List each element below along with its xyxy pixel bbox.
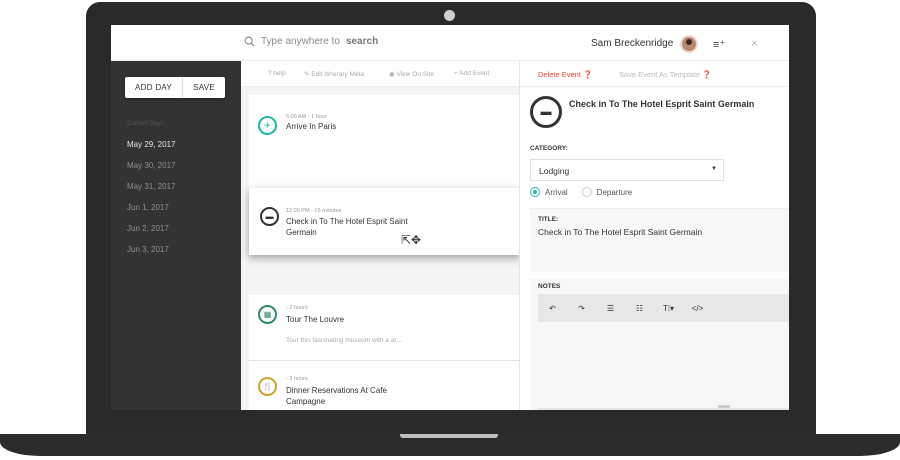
laptop-base-notch — [400, 434, 498, 438]
category-select[interactable]: Lodging ▼ — [530, 159, 724, 181]
day-item-jun-3[interactable]: Jun 3, 2017 — [127, 245, 175, 266]
add-day-button[interactable]: ADD DAY — [125, 77, 182, 98]
laptop-frame: Type anywhere to search Sam Breckenridge… — [0, 0, 900, 460]
day-item-may-31[interactable]: May 31, 2017 — [127, 182, 175, 203]
close-icon[interactable]: ✕ — [751, 39, 758, 48]
radio-departure-label: Departure — [596, 187, 633, 197]
bed-icon: ▬ — [260, 207, 279, 226]
category-label: CATEGORY: — [530, 145, 568, 152]
radio-arrival-dot — [530, 187, 540, 197]
text-format-icon[interactable]: T⁞▾ — [654, 304, 683, 313]
event-card-dinner[interactable]: 🍴 - 3 hours Dinner Reservations At Cafe … — [249, 361, 519, 410]
user-name: Sam Breckenridge — [591, 38, 674, 49]
search-placeholder: Type anywhere to — [261, 36, 340, 47]
radio-arrival-label: Arrival — [545, 187, 568, 197]
resize-handle[interactable] — [718, 405, 730, 408]
search-icon — [244, 36, 255, 47]
camera-dot — [444, 10, 455, 21]
sidebar: ADD DAY SAVE Content Days May 29, 2017 M… — [111, 61, 241, 410]
restaurant-icon: 🍴 — [258, 377, 277, 396]
radio-arrival[interactable]: Arrival — [530, 187, 568, 197]
view-on-site-link[interactable]: ◉ View On Site — [389, 70, 434, 78]
notes-field: NOTES ↶ ↷ ☰ ☷ T⁞▾ </> — [530, 279, 789, 410]
bed-icon: ▬ — [530, 96, 562, 128]
calendar-icon: ▦ — [258, 305, 277, 324]
radio-departure[interactable]: Departure — [581, 187, 633, 197]
search-input[interactable]: Type anywhere to search — [244, 36, 378, 47]
editor-toolbar: ↶ ↷ ☰ ☷ T⁞▾ </> — [538, 294, 789, 322]
day-item-may-29[interactable]: May 29, 2017 — [127, 140, 175, 161]
redo-icon[interactable]: ↷ — [567, 304, 596, 313]
event-meta: - 3 hours — [286, 376, 308, 382]
title-value: Check in To The Hotel Esprit Saint Germa… — [538, 227, 703, 237]
save-template-button[interactable]: Save Event As Template ❓ — [619, 70, 712, 79]
help-link[interactable]: ? help — [268, 70, 286, 77]
event-meta: 5:00 AM - 1 hour — [286, 114, 327, 120]
category-value: Lodging — [539, 166, 570, 176]
view-on-site-label: View On Site — [396, 71, 434, 78]
title-field[interactable]: TITLE: Check in To The Hotel Esprit Sain… — [530, 208, 789, 272]
sidebar-caption: Content Days — [127, 121, 164, 127]
timeline-toolbar: ? help ✎ Edit Itinerary Meta ◉ View On S… — [241, 61, 519, 87]
save-template-label: Save Event As Template — [619, 70, 701, 79]
code-icon[interactable]: </> — [683, 304, 712, 313]
event-title: Dinner Reservations At Cafe Campagne — [286, 386, 387, 406]
panel-title: Check in To The Hotel Esprit Saint Germa… — [569, 99, 755, 109]
numbered-list-icon[interactable]: ☷ — [625, 304, 654, 313]
delete-event-label: Delete Event — [538, 70, 581, 79]
event-card-louvre[interactable]: ▦ - 2 hours Tour The Louvre Tour this fa… — [249, 295, 519, 361]
notes-label: NOTES — [538, 283, 561, 290]
day-item-may-30[interactable]: May 30, 2017 — [127, 161, 175, 182]
bullet-list-icon[interactable]: ☰ — [596, 304, 625, 313]
day-item-jun-2[interactable]: Jun 2, 2017 — [127, 224, 175, 245]
avatar[interactable] — [680, 35, 698, 53]
event-card-arrive[interactable]: ✈ 5:00 AM - 1 hour Arrive In Paris — [249, 95, 519, 195]
sidebar-button-group: ADD DAY SAVE — [125, 77, 226, 98]
add-event-link[interactable]: + Add Event — [454, 70, 489, 77]
app-screen: Type anywhere to search Sam Breckenridge… — [111, 25, 789, 410]
arrival-departure-radios: Arrival Departure — [530, 187, 632, 197]
edit-meta-link[interactable]: ✎ Edit Itinerary Meta — [304, 70, 364, 78]
plane-icon: ✈ — [258, 116, 277, 135]
panel-toolbar: Delete Event ❓ Save Event As Template ❓ — [520, 61, 789, 87]
notes-editor[interactable] — [538, 322, 789, 410]
day-item-jun-1[interactable]: Jun 1, 2017 — [127, 203, 175, 224]
move-cursor-icon: ⇱✥ — [401, 233, 422, 247]
top-bar: Type anywhere to search Sam Breckenridge… — [111, 25, 789, 61]
event-meta: 12:00 PM - 15 minutes — [286, 208, 342, 214]
undo-icon[interactable]: ↶ — [538, 304, 567, 313]
event-detail-panel: Delete Event ❓ Save Event As Template ❓ … — [519, 61, 789, 410]
delete-event-button[interactable]: Delete Event ❓ — [538, 70, 592, 79]
event-meta: - 2 hours — [286, 305, 308, 311]
edit-meta-label: Edit Itinerary Meta — [311, 71, 365, 78]
chevron-down-icon: ▼ — [711, 166, 717, 172]
day-list: May 29, 2017 May 30, 2017 May 31, 2017 J… — [127, 140, 175, 266]
event-card-hotel-dragging[interactable]: ▬ 12:00 PM - 15 minutes Check in To The … — [249, 188, 521, 255]
event-title: Tour The Louvre — [286, 315, 345, 324]
search-placeholder-strong: search — [345, 36, 379, 47]
title-label: TITLE: — [538, 216, 559, 223]
radio-departure-dot — [581, 187, 592, 197]
save-button[interactable]: SAVE — [182, 77, 225, 98]
menu-add-icon[interactable]: ≡⁺ — [713, 38, 725, 51]
event-title: Arrive In Paris — [286, 122, 337, 131]
event-description: Tour this fascinating museum with a ar..… — [286, 337, 402, 344]
